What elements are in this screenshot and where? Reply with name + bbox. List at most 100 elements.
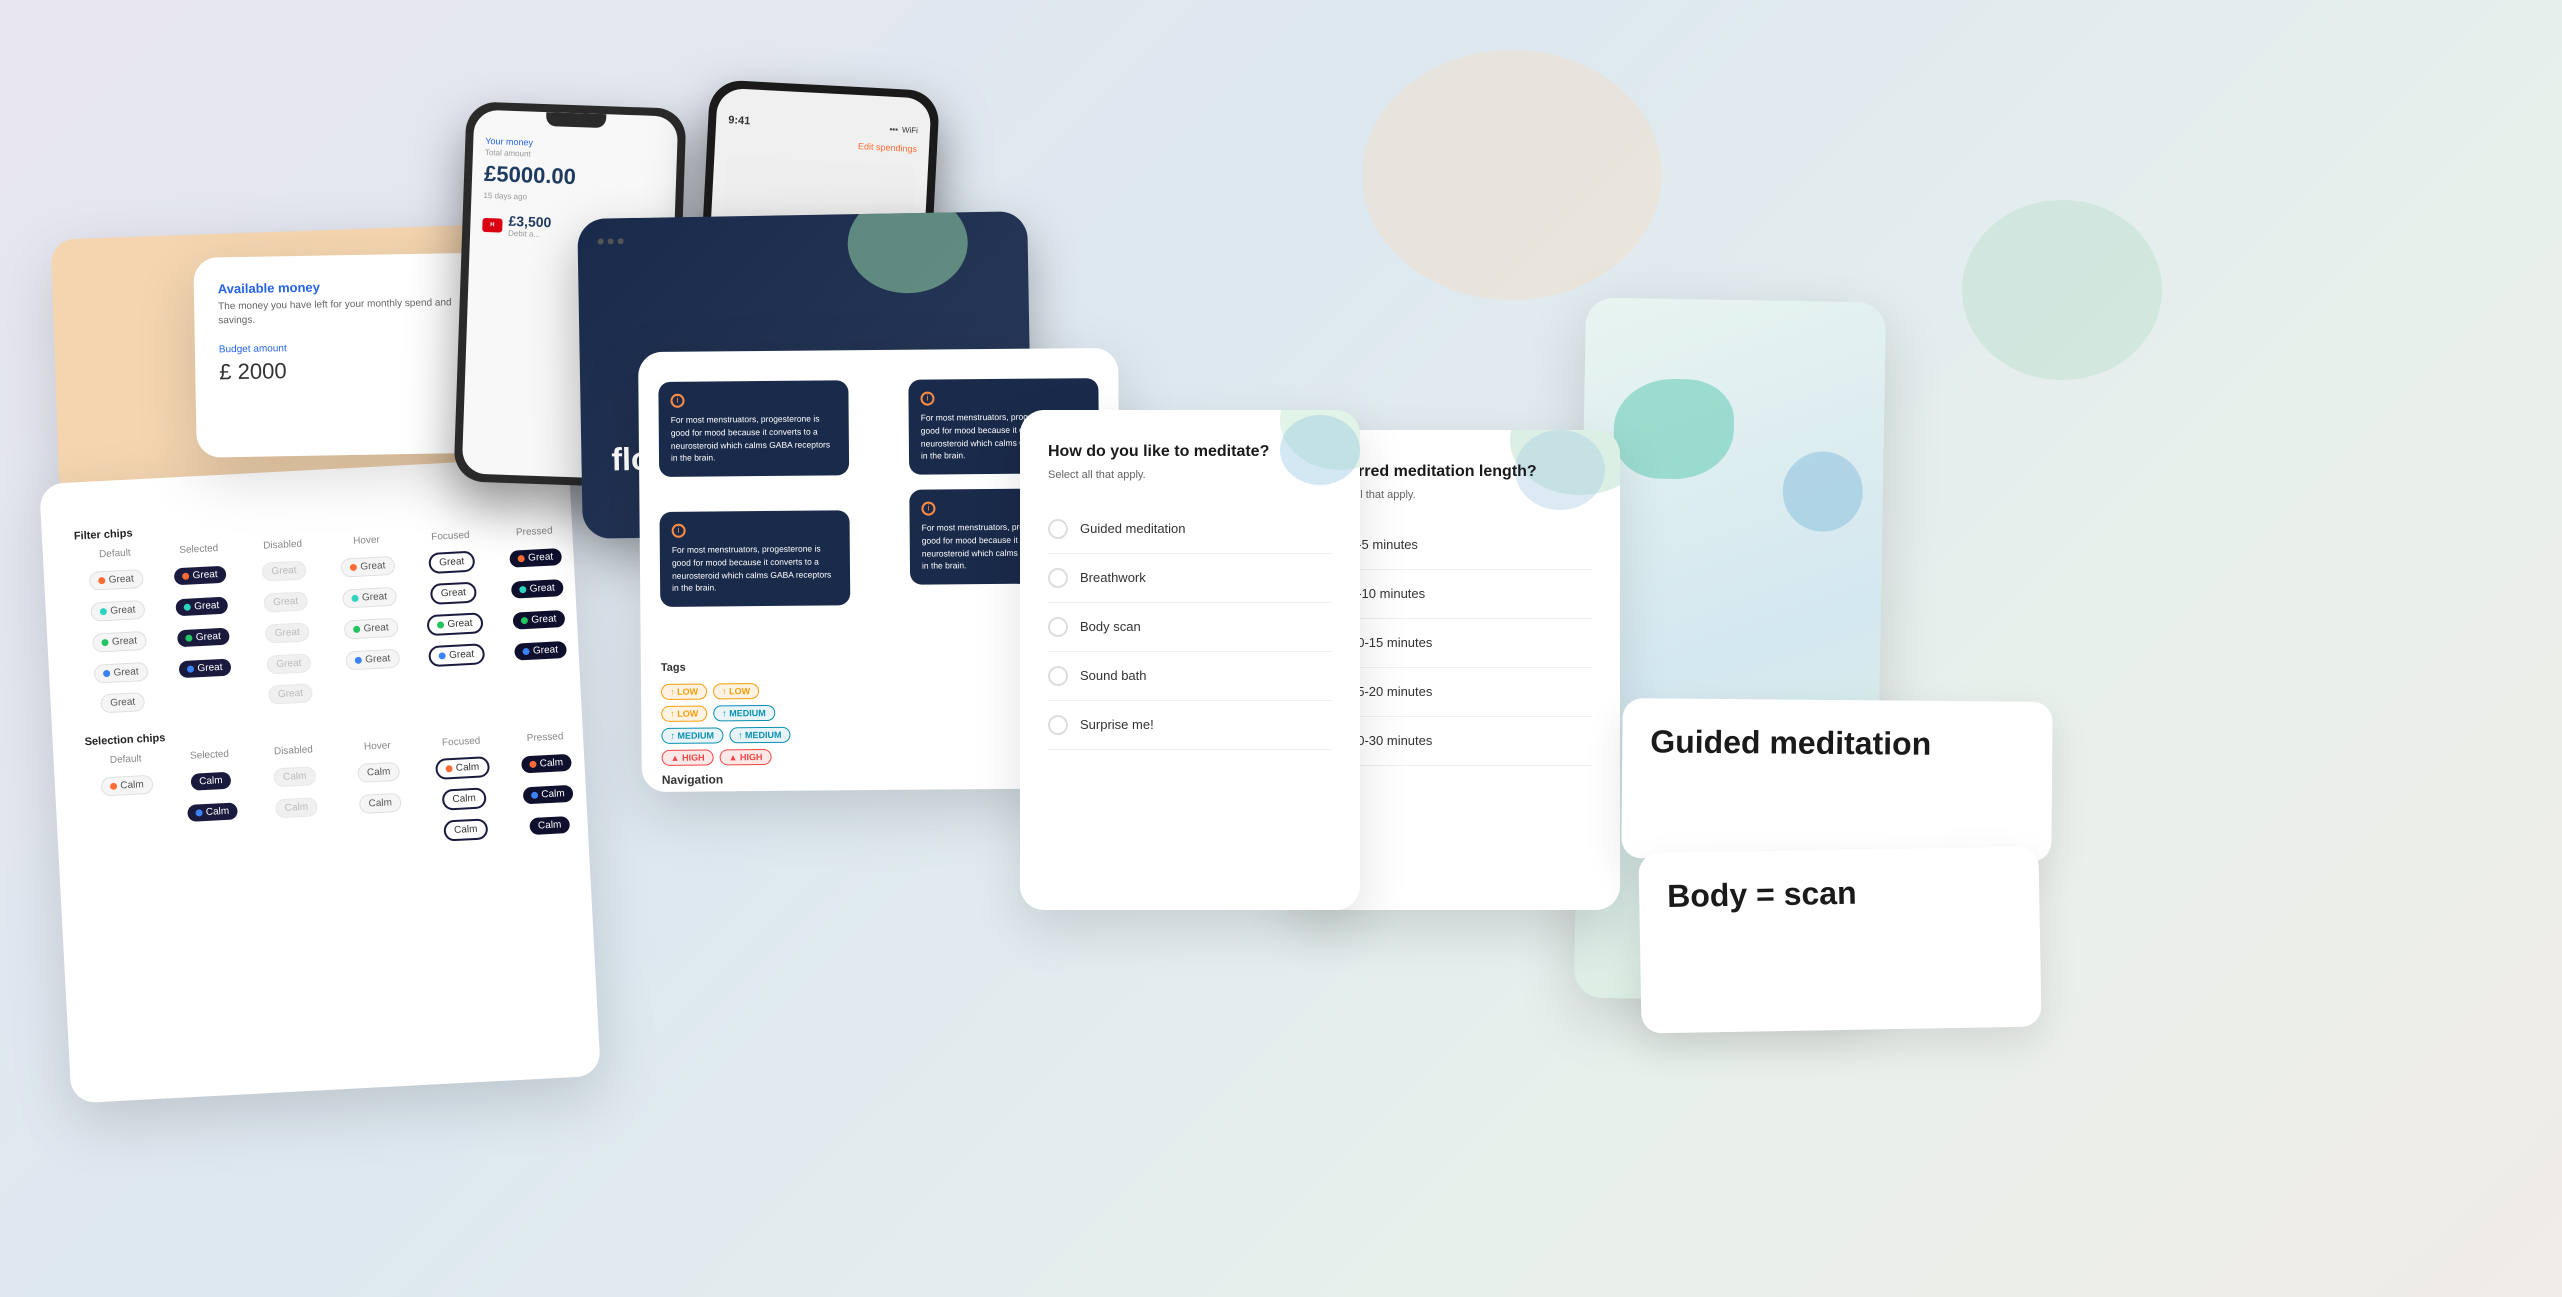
window-dot-2 <box>608 238 614 244</box>
phone2-edit-spendings[interactable]: Edit spendings <box>858 141 917 154</box>
chip-pressed-4[interactable]: Great <box>515 641 567 661</box>
chip-focused-1[interactable]: Great <box>429 551 475 574</box>
meditation-option-guided[interactable]: Guided meditation <box>1048 505 1332 554</box>
window-dot-3 <box>618 238 624 244</box>
chip-default-1[interactable]: Great <box>89 569 143 591</box>
chip-pressed-2[interactable]: Great <box>511 579 563 599</box>
sel-col-disabled: Disabled <box>253 743 333 758</box>
budget-label: Budget amount <box>219 340 491 356</box>
chip-hover-3[interactable]: Great <box>344 618 398 640</box>
tag-medium-2: ↑ MEDIUM <box>661 727 723 744</box>
chip-focused-3[interactable]: Great <box>427 612 483 636</box>
sel-chip-focused-2[interactable]: Calm <box>442 787 486 810</box>
tag-high-2: ▲ HIGH <box>719 749 771 765</box>
phone1-days-ago: 15 days ago <box>483 191 663 206</box>
tooltip-card-3: i For most menstruators, progesterone is… <box>659 510 850 607</box>
sel-chip-hover-1[interactable]: Calm <box>358 762 400 783</box>
phone1-debit-label: Debit a... <box>508 229 551 239</box>
filter-chips-card: Filter chips Default Selected Disabled H… <box>39 457 601 1104</box>
meditation-option-breathwork-label: Breathwork <box>1080 570 1146 585</box>
chip-selected-3[interactable]: Great <box>177 628 229 648</box>
sel-chip-disabled-2: Calm <box>275 797 317 818</box>
meditation-option-sound-bath-label: Sound bath <box>1080 668 1147 683</box>
sel-chip-pressed-2[interactable]: Calm <box>523 785 573 805</box>
tooltip-info-icon-1: i <box>670 394 684 408</box>
guided-meditation-card: Guided meditation <box>1621 698 2052 862</box>
sel-chip-focused-1[interactable]: Calm <box>435 756 489 780</box>
tooltip-info-icon-4: i <box>921 502 935 516</box>
meditation-question: How do you like to meditate? <box>1048 442 1332 463</box>
length-option-0-5-label: 0-5 minutes <box>1350 537 1418 552</box>
chip-selected-2[interactable]: Great <box>176 597 228 617</box>
checkbox-breathwork[interactable] <box>1048 568 1068 588</box>
sel-chip-selected-2[interactable]: Calm <box>187 802 237 822</box>
tooltip-text-3: For most menstruators, progesterone is g… <box>672 542 838 594</box>
body-scan-text: Body = scan <box>1667 871 2012 915</box>
chip-default-5[interactable]: Great <box>101 692 145 713</box>
col-selected: Selected <box>159 542 239 557</box>
checkbox-body-scan[interactable] <box>1048 617 1068 637</box>
tag-medium-1: ↑ MEDIUM <box>713 705 775 722</box>
chip-hover-4[interactable]: Great <box>346 649 400 671</box>
checkbox-sound-bath[interactable] <box>1048 666 1068 686</box>
phone-notch <box>546 112 606 128</box>
tooltip-text-1: For most menstruators, progesterone is g… <box>671 412 837 464</box>
chip-selected-4[interactable]: Great <box>179 659 231 679</box>
length-option-15-20-label: 15-20 minutes <box>1350 684 1432 699</box>
chip-disabled-4: Great <box>267 653 311 674</box>
sel-chip-focused-3[interactable]: Calm <box>444 818 488 841</box>
wifi-icon: WiFi <box>902 125 918 135</box>
chip-focused-2[interactable]: Great <box>430 582 476 605</box>
phone1-bank-amount: £3,500 <box>508 213 551 230</box>
meditation-option-guided-label: Guided meditation <box>1080 521 1186 536</box>
sel-chip-pressed-3[interactable]: Calm <box>530 816 570 835</box>
sel-col-selected: Selected <box>169 748 249 763</box>
sel-col-focused: Focused <box>421 734 501 749</box>
tooltip-info-icon-3: i <box>672 524 686 538</box>
tooltip-info-icon-2: i <box>920 392 934 406</box>
chip-disabled-2: Great <box>264 591 308 612</box>
col-disabled: Disabled <box>242 538 322 553</box>
chip-focused-4[interactable]: Great <box>429 643 485 667</box>
checkbox-surprise[interactable] <box>1048 715 1068 735</box>
chip-pressed-1[interactable]: Great <box>510 548 562 568</box>
sel-chip-default-1[interactable]: Calm <box>101 775 153 797</box>
length-option-5-10-label: 5-10 minutes <box>1350 586 1425 601</box>
sel-chip-disabled-1: Calm <box>274 766 316 787</box>
chip-disabled-5: Great <box>268 683 312 704</box>
meditation-option-body-scan[interactable]: Body scan <box>1048 603 1332 652</box>
chip-pressed-3[interactable]: Great <box>513 610 565 630</box>
sel-col-pressed: Pressed <box>505 730 585 745</box>
tag-low-2: ↑ LOW <box>713 683 759 699</box>
guided-meditation-text: Guided meditation <box>1650 722 2024 764</box>
chip-hover-2[interactable]: Great <box>343 587 397 609</box>
hsbc-logo: H <box>482 217 502 232</box>
sel-chip-pressed-1[interactable]: Calm <box>521 754 571 774</box>
available-money-subtitle: The money you have left for your monthly… <box>218 296 490 329</box>
body-scan-card: Body = scan <box>1638 847 2041 1034</box>
sel-col-hover: Hover <box>337 739 417 754</box>
chip-default-4[interactable]: Great <box>94 662 148 684</box>
tooltip-card-1: i For most menstruators, progesterone is… <box>658 380 849 477</box>
col-default: Default <box>75 546 155 561</box>
chip-default-2[interactable]: Great <box>91 600 145 622</box>
chip-disabled-1: Great <box>262 560 306 581</box>
meditation-option-sound-bath[interactable]: Sound bath <box>1048 652 1332 701</box>
tag-low-3: ↑ LOW <box>661 706 707 722</box>
sel-chip-hover-2[interactable]: Calm <box>359 793 401 814</box>
signal-icon: ▪▪▪ <box>889 124 898 133</box>
chip-hover-1[interactable]: Great <box>341 556 395 578</box>
sel-col-default: Default <box>85 752 165 767</box>
checkbox-guided[interactable] <box>1048 519 1068 539</box>
meditation-option-surprise-label: Surprise me! <box>1080 717 1154 732</box>
meditation-option-surprise[interactable]: Surprise me! <box>1048 701 1332 750</box>
phone1-total-amount: £5000.00 <box>484 161 665 193</box>
deco-blob-green <box>847 211 969 294</box>
chip-default-3[interactable]: Great <box>93 631 147 653</box>
chip-selected-1[interactable]: Great <box>174 566 226 586</box>
meditation-option-breathwork[interactable]: Breathwork <box>1048 554 1332 603</box>
col-focused: Focused <box>410 529 490 544</box>
available-money-title: Available money <box>218 277 490 297</box>
sel-chip-selected-1[interactable]: Calm <box>191 772 231 791</box>
budget-amount: £ 2000 <box>219 355 491 386</box>
